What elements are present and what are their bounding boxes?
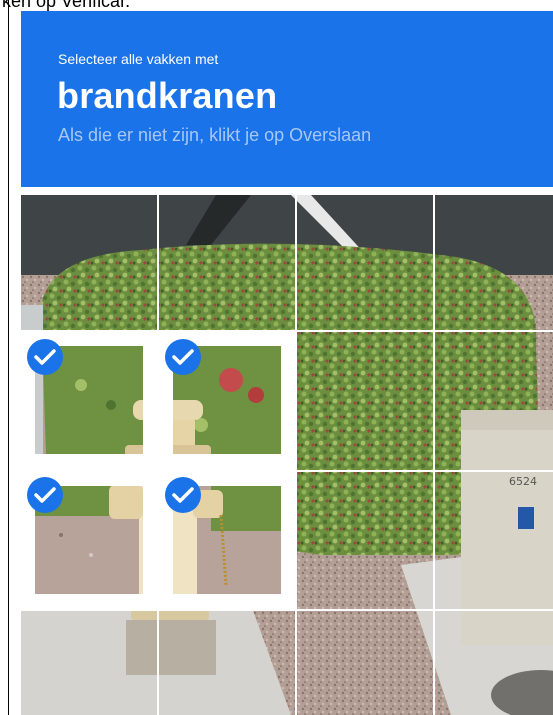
grid-divider: [295, 195, 297, 715]
tile-r1-c1[interactable]: [21, 195, 157, 331]
grid-divider: [21, 330, 553, 332]
grid-divider: [21, 609, 553, 611]
checkmark-icon: [165, 339, 201, 375]
tile-r2-c3[interactable]: [297, 332, 433, 470]
grid-divider: [21, 470, 553, 472]
tile-r3-c3[interactable]: [297, 472, 433, 610]
grid-divider: [433, 195, 435, 715]
tile-r4-c3[interactable]: [297, 611, 433, 715]
target-object-text: brandkranen: [57, 75, 278, 116]
tile-r2-c4[interactable]: [435, 332, 553, 470]
checkmark-icon: [165, 477, 201, 513]
tile-r1-c3[interactable]: [297, 195, 433, 331]
tile-r1-c2[interactable]: [159, 195, 295, 331]
tile-r3-c4[interactable]: [435, 472, 553, 610]
checkmark-icon: [27, 339, 63, 375]
grid-divider: [157, 195, 159, 715]
tile-r4-c1[interactable]: [21, 611, 157, 715]
captcha-image-grid: 6524: [21, 195, 553, 715]
checkmark-icon: [27, 477, 63, 513]
captcha-header: Selecteer alle vakken met brandkranen Al…: [21, 11, 553, 187]
tile-r4-c2[interactable]: [159, 611, 295, 715]
instruction-text: Selecteer alle vakken met: [58, 51, 219, 67]
tile-r4-c4[interactable]: [435, 611, 553, 715]
tile-r1-c4[interactable]: [435, 195, 553, 331]
skip-hint-text: Als die er niet zijn, klikt je op Oversl…: [58, 125, 372, 145]
